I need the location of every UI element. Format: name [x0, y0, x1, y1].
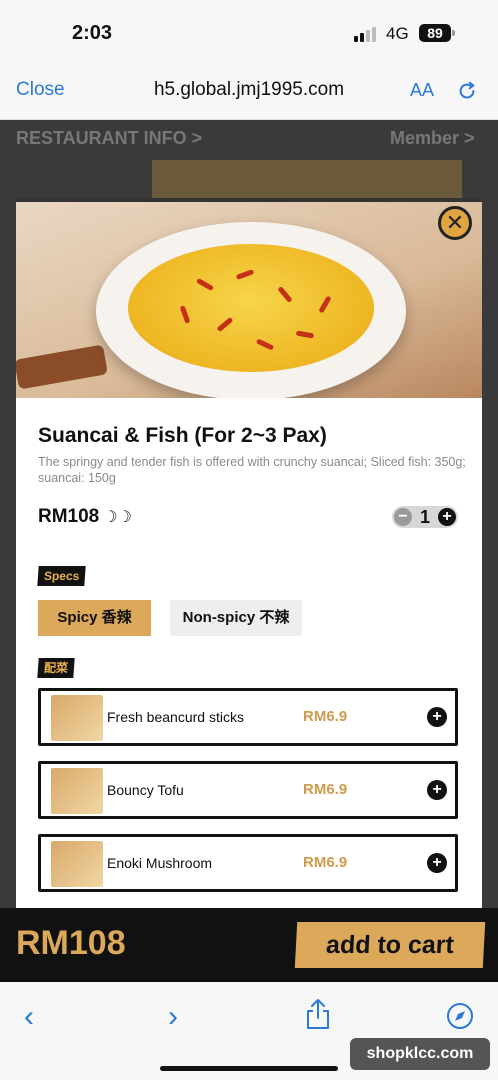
- dish-name: Suancai & Fish (For 2~3 Pax): [38, 424, 327, 447]
- browser-toolbar: h5.global.jmj1995.com Close AA: [0, 64, 498, 120]
- increase-button[interactable]: +: [438, 508, 456, 526]
- decrease-button[interactable]: −: [394, 508, 412, 526]
- side-price: RM6.9: [303, 708, 348, 725]
- cart-total: RM108: [16, 924, 126, 962]
- dish-price-value: RM108: [38, 506, 100, 527]
- side-name: Bouncy Tofu: [107, 782, 184, 798]
- battery-tip: [452, 30, 455, 36]
- dish-description: The springy and tender fish is offered w…: [38, 455, 466, 485]
- spice-level-icon: ☽☽: [103, 509, 132, 526]
- add-side-button[interactable]: +: [427, 780, 447, 800]
- sides-label: 配菜: [37, 658, 75, 678]
- close-icon[interactable]: ✕: [438, 206, 472, 240]
- background-menu-strip: [152, 160, 462, 200]
- cinnamon-sticks: [16, 344, 108, 390]
- side-price: RM6.9: [303, 781, 348, 798]
- status-time: 2:03: [72, 22, 113, 44]
- dish-modal: ✕ Suancai & Fish (For 2~3 Pax) The sprin…: [16, 198, 482, 910]
- dish-image: [16, 202, 482, 398]
- quantity-stepper: − 1 +: [392, 506, 458, 528]
- battery-icon: 89: [419, 24, 451, 42]
- side-thumbnail: [51, 768, 103, 814]
- member-link: Member >: [390, 128, 475, 148]
- add-side-button[interactable]: +: [427, 707, 447, 727]
- forward-icon[interactable]: ›: [168, 1000, 178, 1034]
- reload-icon[interactable]: [456, 80, 478, 102]
- back-icon[interactable]: ‹: [24, 1000, 34, 1034]
- side-item[interactable]: Enoki Mushroom RM6.9 +: [38, 834, 458, 892]
- close-button[interactable]: Close: [16, 79, 65, 101]
- share-icon[interactable]: [304, 998, 332, 1030]
- network-label: 4G: [386, 24, 409, 43]
- add-to-cart-button[interactable]: add to cart: [294, 922, 486, 968]
- spec-option-spicy[interactable]: Spicy 香辣: [38, 600, 151, 636]
- home-indicator: [160, 1066, 338, 1071]
- specs-label: Specs: [37, 566, 87, 586]
- side-item[interactable]: Bouncy Tofu RM6.9 +: [38, 761, 458, 819]
- watermark: shopklcc.com: [350, 1038, 490, 1070]
- signal-icon: [354, 26, 378, 42]
- status-bar: 2:03 4G 89: [0, 0, 498, 64]
- side-thumbnail: [51, 841, 103, 887]
- cart-bar: RM108 add to cart: [0, 908, 498, 982]
- side-thumbnail: [51, 695, 103, 741]
- soup: [128, 244, 374, 372]
- quantity-value: 1: [419, 507, 430, 527]
- add-side-button[interactable]: +: [427, 853, 447, 873]
- spec-option-non-spicy[interactable]: Non-spicy 不辣: [170, 600, 302, 636]
- side-item[interactable]: Fresh beancurd sticks RM6.9 +: [38, 688, 458, 746]
- browser-nav-bar: ‹ › shopklcc.com: [0, 982, 498, 1080]
- side-name: Fresh beancurd sticks: [107, 709, 244, 725]
- side-name: Enoki Mushroom: [107, 855, 213, 871]
- restaurant-info-link: RESTAURANT INFO >: [16, 128, 203, 148]
- side-price: RM6.9: [303, 854, 348, 871]
- dish-price: RM108 ☽☽: [38, 506, 132, 528]
- compass-icon[interactable]: [446, 1002, 474, 1030]
- text-size-button[interactable]: AA: [410, 80, 434, 101]
